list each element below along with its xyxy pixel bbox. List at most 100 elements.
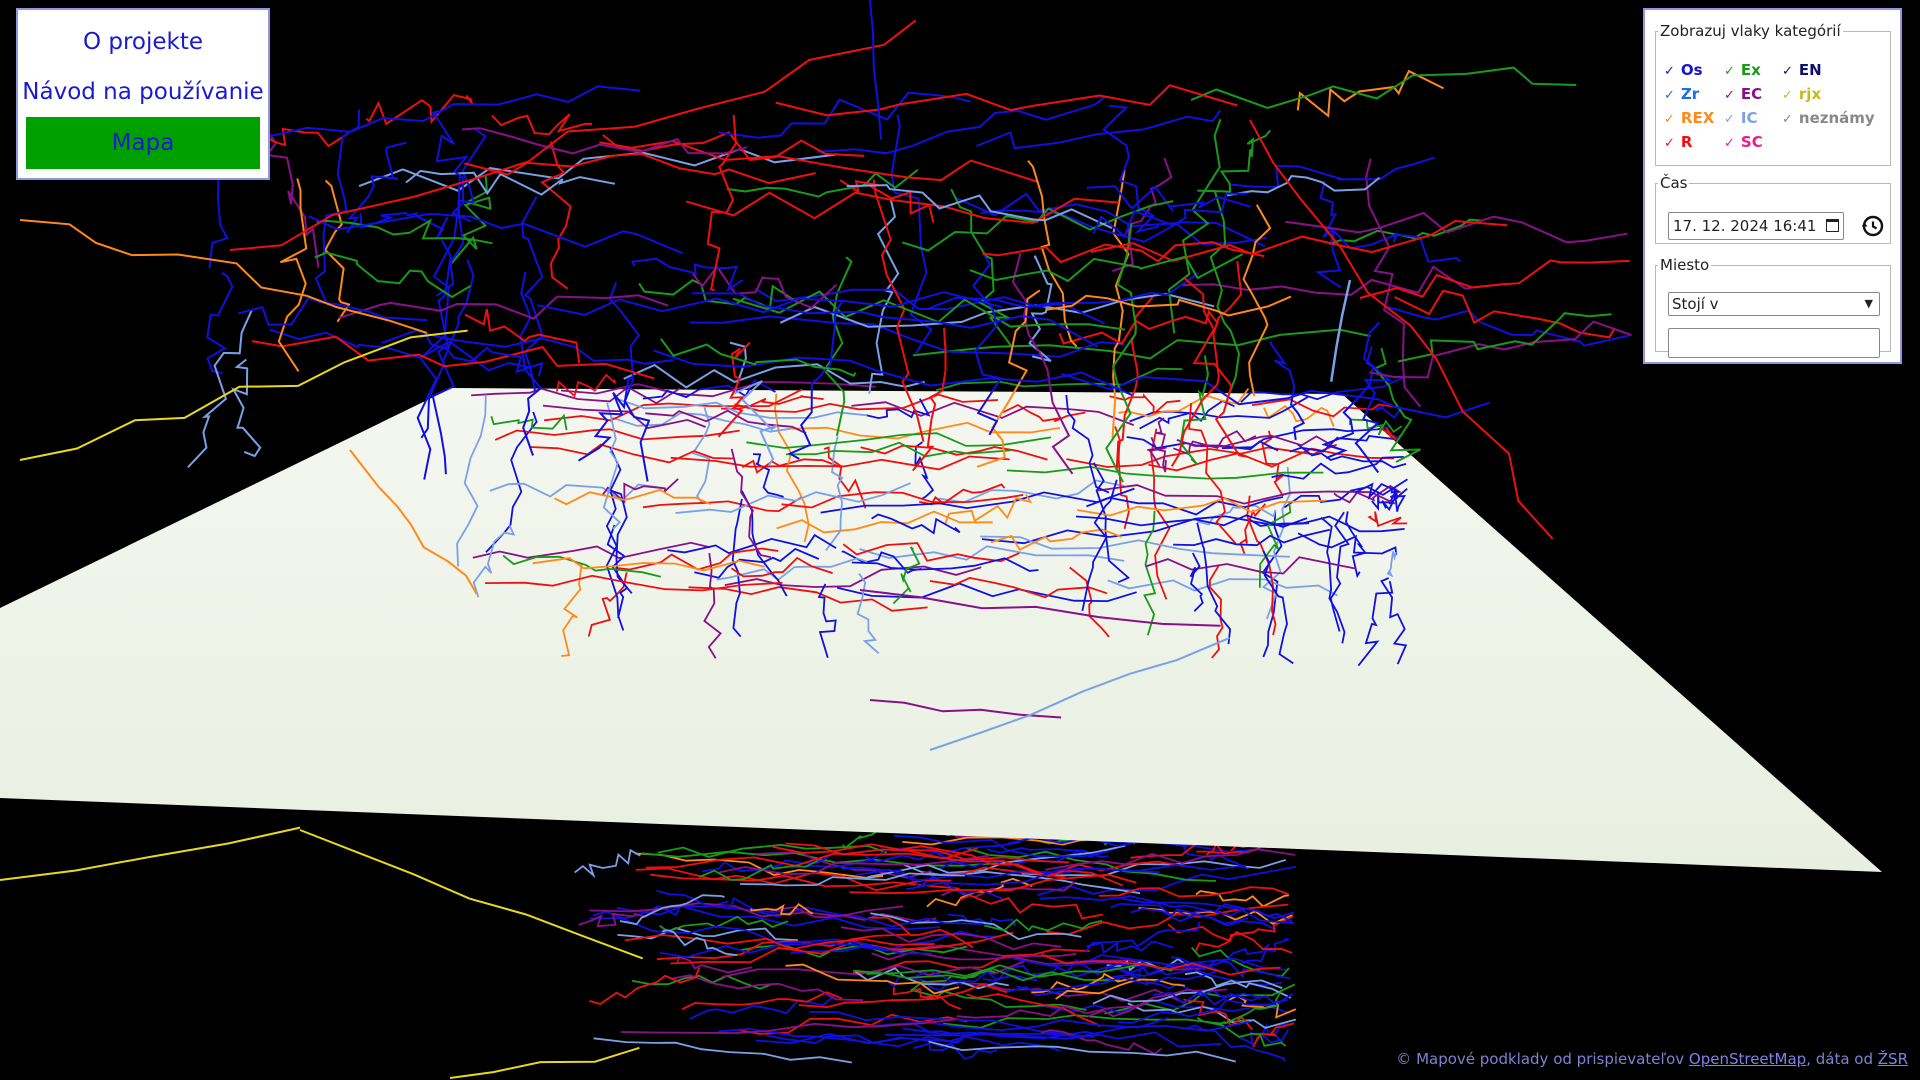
trajectory-line: [775, 84, 1238, 117]
checkmark-icon: ✓: [1664, 136, 1675, 151]
base-map-plane[interactable]: [0, 388, 1882, 872]
trajectory-line: [316, 218, 493, 245]
nav-map-link[interactable]: Mapa: [26, 117, 260, 169]
zsr-link[interactable]: ŽSR: [1878, 1050, 1908, 1068]
category-toggle-ex[interactable]: ✓ Ex: [1724, 60, 1782, 81]
trajectory-line: [299, 829, 644, 960]
time-filter: Čas 17. 12. 2024 16:41: [1655, 174, 1891, 244]
category-filter-legend: Zobrazuj vlaky kategórií: [1660, 22, 1841, 40]
trajectory-line: [0, 826, 301, 881]
place-mode-select[interactable]: Stojí v ▼: [1668, 292, 1880, 316]
category-list: ✓ Os ✓ Ex ✓ EN ✓ Zr ✓ EC ✓ rjx ✓ REX ✓ IC ✓ neznámy ✓ R ✓ SC: [1664, 60, 1884, 153]
place-legend: Miesto: [1660, 256, 1710, 274]
category-toggle-sc[interactable]: ✓ SC: [1724, 132, 1782, 153]
calendar-icon[interactable]: [1826, 219, 1839, 232]
trajectory-line: [1296, 69, 1445, 118]
trajectory-line: [268, 85, 641, 138]
trajectory-line: [187, 309, 253, 468]
category-toggle-zr[interactable]: ✓ Zr: [1664, 84, 1724, 105]
trajectory-line: [358, 148, 839, 192]
time-legend: Čas: [1660, 174, 1688, 192]
trajectory-line: [623, 363, 925, 389]
trajectory-line: [1365, 158, 1422, 408]
place-filter: Miesto Stojí v ▼: [1655, 256, 1891, 358]
nav-guide-link[interactable]: Návod na používanie: [18, 67, 268, 117]
trajectory-line: [928, 1040, 1237, 1063]
category-filter: Zobrazuj vlaky kategórií ✓ Os ✓ Ex ✓ EN ✓ Zr ✓ EC…: [1655, 22, 1891, 166]
trajectory-line: [1397, 312, 1612, 363]
trajectory-line: [231, 358, 262, 458]
trajectory-line: [1209, 189, 1241, 402]
category-toggle-rjx[interactable]: ✓ rjx: [1782, 84, 1882, 105]
checkmark-icon: ✓: [1782, 112, 1793, 127]
trajectory-line: [1242, 204, 1272, 397]
checkmark-icon: ✓: [1724, 88, 1735, 103]
category-toggle-neznámy[interactable]: ✓ neznámy: [1782, 108, 1882, 129]
trajectory-line: [238, 296, 428, 326]
trajectory-line: [574, 848, 641, 879]
trajectory-line: [589, 967, 701, 1005]
control-panel: Zobrazuj vlaky kategórií ✓ Os ✓ Ex ✓ EN ✓ Zr ✓ EC…: [1643, 8, 1902, 364]
trajectory-line: [1230, 156, 1435, 188]
main-navigation: O projekte Návod na používanie Mapa: [16, 8, 270, 180]
trajectory-line: [1359, 259, 1630, 299]
lines-below-map: [0, 800, 1297, 1079]
category-label: neznámy: [1798, 109, 1875, 127]
trajectory-line: [817, 95, 1107, 155]
category-toggle-r[interactable]: ✓ R: [1664, 132, 1724, 153]
trajectory-line: [308, 212, 684, 255]
chevron-down-icon: ▼: [1864, 297, 1873, 310]
trajectory-line: [1240, 938, 1290, 966]
place-mode-value: Stojí v: [1672, 295, 1719, 313]
category-toggle-os[interactable]: ✓ Os: [1664, 60, 1724, 81]
datetime-input[interactable]: 17. 12. 2024 16:41: [1668, 212, 1844, 240]
trajectory-line: [1197, 129, 1271, 193]
category-toggle-en[interactable]: ✓ EN: [1782, 60, 1882, 81]
checkmark-icon: ✓: [1782, 64, 1793, 79]
checkmark-icon: ✓: [1664, 64, 1675, 79]
trajectory-line: [1387, 306, 1633, 347]
trajectory-line: [1013, 954, 1286, 971]
category-label: rjx: [1798, 85, 1822, 103]
checkmark-icon: ✓: [1782, 88, 1793, 103]
trajectory-line: [868, 198, 900, 394]
place-search-input[interactable]: [1668, 328, 1880, 358]
checkmark-icon: ✓: [1724, 136, 1735, 151]
category-label: SC: [1740, 133, 1763, 151]
checkmark-icon: ✓: [1664, 112, 1675, 127]
nav-about-link[interactable]: O projekte: [18, 17, 268, 67]
checkmark-icon: ✓: [1724, 64, 1735, 79]
category-label: Os: [1680, 61, 1703, 79]
category-toggle-ic[interactable]: ✓ IC: [1724, 108, 1782, 129]
checkmark-icon: ✓: [1664, 88, 1675, 103]
trajectory-line: [1181, 265, 1508, 296]
trajectory-line: [912, 1042, 998, 1060]
category-label: EC: [1740, 85, 1763, 103]
trajectory-line: [976, 109, 1222, 150]
osm-link[interactable]: OpenStreetMap: [1689, 1050, 1806, 1068]
trajectory-line: [1099, 886, 1290, 898]
category-label: IC: [1740, 109, 1758, 127]
category-label: Zr: [1680, 85, 1700, 103]
category-toggle-rex[interactable]: ✓ REX: [1664, 108, 1724, 129]
attribution-middle: , dáta od: [1806, 1050, 1878, 1068]
trajectory-line: [462, 127, 748, 155]
trajectory-line: [229, 19, 917, 251]
train-3d-scene[interactable]: [0, 0, 1920, 1080]
trajectory-line: [449, 1046, 640, 1079]
category-label: REX: [1680, 109, 1715, 127]
history-reset-icon[interactable]: [1860, 214, 1884, 238]
trajectory-line: [1394, 289, 1616, 339]
trajectory-line: [521, 196, 544, 391]
attribution-prefix: © Mapové podklady od prispievateľov: [1396, 1050, 1689, 1068]
datetime-value: 17. 12. 2024 16:41: [1673, 217, 1817, 235]
trajectory-line: [969, 253, 1244, 283]
trajectory-line: [435, 127, 487, 297]
category-label: EN: [1798, 61, 1822, 79]
category-label: Ex: [1740, 61, 1761, 79]
trajectory-line: [692, 292, 1099, 348]
trajectory-line: [706, 115, 737, 292]
category-toggle-ec[interactable]: ✓ EC: [1724, 84, 1782, 105]
trajectory-line: [689, 315, 1125, 358]
trajectory-line: [19, 219, 428, 334]
